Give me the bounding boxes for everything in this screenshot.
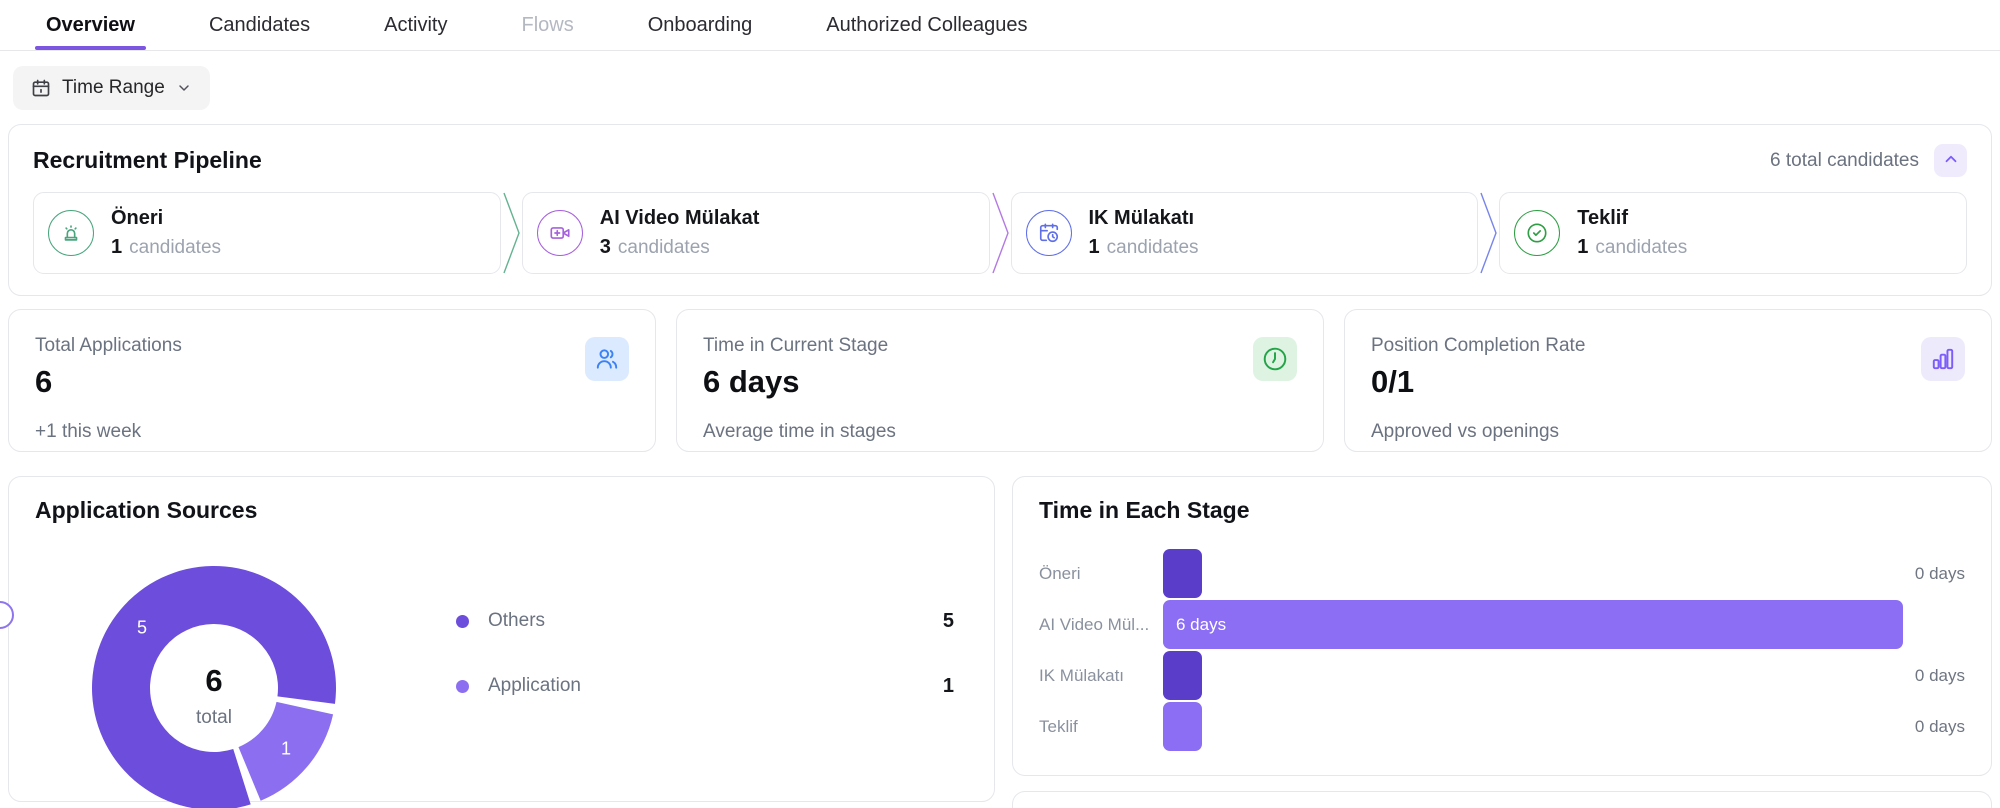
chevron-down-icon xyxy=(176,80,192,96)
bar-fill[interactable]: 6 days xyxy=(1163,600,1903,649)
bar-track xyxy=(1163,651,1903,700)
legend-value: 5 xyxy=(943,610,954,633)
tab-candidates[interactable]: Candidates xyxy=(209,0,310,50)
pipeline-title: Recruitment Pipeline xyxy=(33,147,262,174)
legend-dot xyxy=(456,680,469,693)
donut-slice-value: 5 xyxy=(137,618,147,638)
bar-category-label: Teklif xyxy=(1039,717,1163,737)
stage-unit: candidates xyxy=(1107,237,1199,258)
stage-card-ik-mulakati[interactable]: IK Mülakatı 1 candidates xyxy=(1011,192,1479,274)
stage-card-teklif[interactable]: Teklif 1 candidates xyxy=(1499,192,1967,274)
time-range-label: Time Range xyxy=(62,77,165,99)
stage-unit: candidates xyxy=(129,237,221,258)
bar-row: AI Video Mül... 6 days xyxy=(1039,599,1965,650)
bar-value-label: 0 days xyxy=(1903,717,1965,737)
video-camera-icon xyxy=(537,210,583,256)
recruitment-dashboard: Overview Candidates Activity Flows Onboa… xyxy=(0,0,2000,808)
stat-sub: Average time in stages xyxy=(703,421,1297,443)
application-sources-card: Application Sources 5 1 6 total Others 5 Appl… xyxy=(8,476,995,802)
tab-onboarding[interactable]: Onboarding xyxy=(648,0,753,50)
stage-time-bar-chart[interactable]: Öneri 0 days AI Video Mül... 6 days IK Mülak… xyxy=(1039,548,1965,752)
siren-icon xyxy=(48,210,94,256)
bar-track: 6 days xyxy=(1163,600,1903,649)
stat-label: Total Applications xyxy=(35,335,629,357)
stat-label: Time in Current Stage xyxy=(703,335,1297,357)
calendar-icon xyxy=(31,78,51,98)
stage-name: IK Mülakatı xyxy=(1089,207,1199,230)
stage-name: Öneri xyxy=(111,207,221,230)
bar-fill[interactable] xyxy=(1163,651,1202,700)
bar-row: IK Mülakatı 0 days xyxy=(1039,650,1965,701)
total-candidates-text: 6 total candidates xyxy=(1770,150,1919,172)
bar-chart-icon xyxy=(1921,337,1965,381)
circle-check-icon xyxy=(1514,210,1560,256)
time-range-button[interactable]: Time Range xyxy=(13,66,210,110)
stats-row: Total Applications 6 +1 this week Time i… xyxy=(8,309,1992,452)
top-nav: Overview Candidates Activity Flows Onboa… xyxy=(0,0,2000,51)
stage-card-oneri[interactable]: Öneri 1 candidates xyxy=(33,192,501,274)
total-applications-card: Total Applications 6 +1 this week xyxy=(8,309,656,452)
calendar-clock-icon xyxy=(1026,210,1072,256)
stage-name: Teklif xyxy=(1577,207,1687,230)
time-in-current-stage-card: Time in Current Stage 6 days Average tim… xyxy=(676,309,1324,452)
legend-label: Others xyxy=(488,610,545,632)
stage-arrow-separator xyxy=(992,192,1009,274)
bar-fill[interactable] xyxy=(1163,549,1202,598)
tab-activity[interactable]: Activity xyxy=(384,0,447,50)
bar-row: Teklif 0 days xyxy=(1039,701,1965,752)
bar-value-label: 0 days xyxy=(1903,666,1965,686)
collapsed-next-card xyxy=(1012,791,1992,808)
bar-category-label: AI Video Mül... xyxy=(1039,615,1163,635)
stat-sub: Approved vs openings xyxy=(1371,421,1965,443)
tab-overview[interactable]: Overview xyxy=(46,0,135,50)
toolbar: Time Range xyxy=(0,51,2000,110)
donut-slice-value: 1 xyxy=(281,738,291,758)
stat-label: Position Completion Rate xyxy=(1371,335,1965,357)
stage-name: AI Video Mülakat xyxy=(600,207,760,230)
stat-value: 6 xyxy=(35,364,629,400)
legend-label: Application xyxy=(488,675,581,697)
stage-card-ai-video-mulakat[interactable]: AI Video Mülakat 3 candidates xyxy=(522,192,990,274)
recruitment-pipeline-card: Recruitment Pipeline 6 total candidates xyxy=(8,124,1992,296)
bar-fill[interactable] xyxy=(1163,702,1202,751)
bar-category-label: IK Mülakatı xyxy=(1039,666,1163,686)
application-sources-donut[interactable]: 5 1 6 total xyxy=(74,548,354,808)
legend-row-others: Others 5 xyxy=(456,606,954,636)
legend-dot xyxy=(456,615,469,628)
stat-value: 6 days xyxy=(703,364,1297,400)
legend-row-application: Application 1 xyxy=(456,671,954,701)
bar-inner-value-label: 6 days xyxy=(1176,615,1226,635)
sources-legend: Others 5 Application 1 xyxy=(456,606,968,808)
stage-unit: candidates xyxy=(1595,237,1687,258)
chevron-up-icon xyxy=(1942,150,1960,171)
users-icon xyxy=(585,337,629,381)
bar-value-label: 0 days xyxy=(1903,564,1965,584)
stage-count: 1 xyxy=(111,236,122,258)
stage-arrow-separator xyxy=(1480,192,1497,274)
donut-center-label: total xyxy=(196,707,232,728)
stage-count: 3 xyxy=(600,236,611,258)
collapse-pipeline-button[interactable] xyxy=(1934,144,1967,177)
tab-flows[interactable]: Flows xyxy=(521,0,573,50)
bar-track xyxy=(1163,549,1903,598)
donut-center-value: 6 xyxy=(205,663,222,698)
legend-value: 1 xyxy=(943,675,954,698)
charts-row: Application Sources 5 1 6 total Others 5 Appl… xyxy=(8,476,1992,808)
clock-icon xyxy=(1253,337,1297,381)
pipeline-stages: Öneri 1candidates AI Video Mülakat 3c xyxy=(33,192,1967,274)
bar-track xyxy=(1163,702,1903,751)
stage-count: 1 xyxy=(1089,236,1100,258)
time-in-each-stage-card: Time in Each Stage Öneri 0 days AI Video M… xyxy=(1012,476,1992,776)
tab-authorized-colleagues[interactable]: Authorized Colleagues xyxy=(826,0,1027,50)
stat-sub: +1 this week xyxy=(35,421,629,443)
stage-unit: candidates xyxy=(618,237,710,258)
time-in-each-stage-title: Time in Each Stage xyxy=(1039,497,1965,524)
stat-value: 0/1 xyxy=(1371,364,1965,400)
application-sources-title: Application Sources xyxy=(35,497,968,524)
position-completion-rate-card: Position Completion Rate 0/1 Approved vs… xyxy=(1344,309,1992,452)
stage-count: 1 xyxy=(1577,236,1588,258)
stage-arrow-separator xyxy=(503,192,520,274)
bar-category-label: Öneri xyxy=(1039,564,1163,584)
bar-row: Öneri 0 days xyxy=(1039,548,1965,599)
